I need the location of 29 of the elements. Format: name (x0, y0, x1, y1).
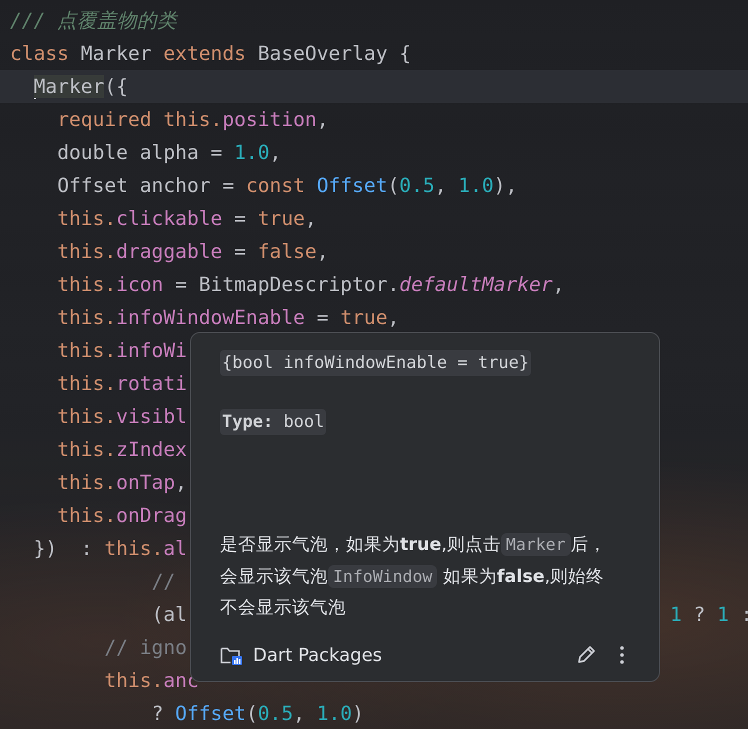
code-line: this.clickable = true, (56, 207, 317, 230)
folder-chart-icon (220, 644, 243, 666)
code-line: required this.position, (56, 108, 329, 131)
code-line: }) : this.al (32, 537, 187, 560)
code-line: double alpha = 1.0, (56, 141, 282, 164)
code-line: this.draggable = false, (56, 240, 329, 263)
signature-text: {bool infoWindowEnable = true} (220, 350, 532, 376)
code-line: this.visibl (56, 405, 187, 428)
code-line: this.onDrag (56, 504, 187, 527)
description-text: 是否显示气泡，如果为true,则点击 Marker 后，会显示该气泡 InfoWindow 如果为false,则始终不会显示该气泡 (220, 532, 608, 620)
code-line: Marker({ (32, 74, 128, 100)
code-line: /// 点覆盖物的类 (10, 8, 178, 34)
code-line: this.infoWindowEnable = true, (56, 306, 400, 329)
code-line: (al (150, 603, 187, 626)
type-text: Type: bool (220, 409, 326, 435)
code-line: ? Offset(0.5, 1.0) (150, 702, 364, 725)
more-icon[interactable] (619, 645, 625, 665)
code-line: this.icon = BitmapDescriptor.defaultMarker, (56, 273, 564, 296)
source-label: Dart Packages (253, 644, 384, 666)
code-line: this.onTap, (56, 471, 187, 494)
code-line: this.zIndex (56, 438, 187, 461)
code-line: Offset anchor = const Offset(0.5, 1.0), (56, 174, 518, 197)
code-line: // igno (103, 636, 187, 659)
code-line: // (150, 570, 176, 593)
code-line: this.infoWi (56, 339, 187, 362)
code-line: this.rotati (56, 372, 187, 395)
code-fragment: 1 ? 1 : (670, 603, 748, 626)
code-line: class Marker extends BaseOverlay { (10, 42, 412, 65)
edit-icon[interactable] (575, 644, 597, 666)
